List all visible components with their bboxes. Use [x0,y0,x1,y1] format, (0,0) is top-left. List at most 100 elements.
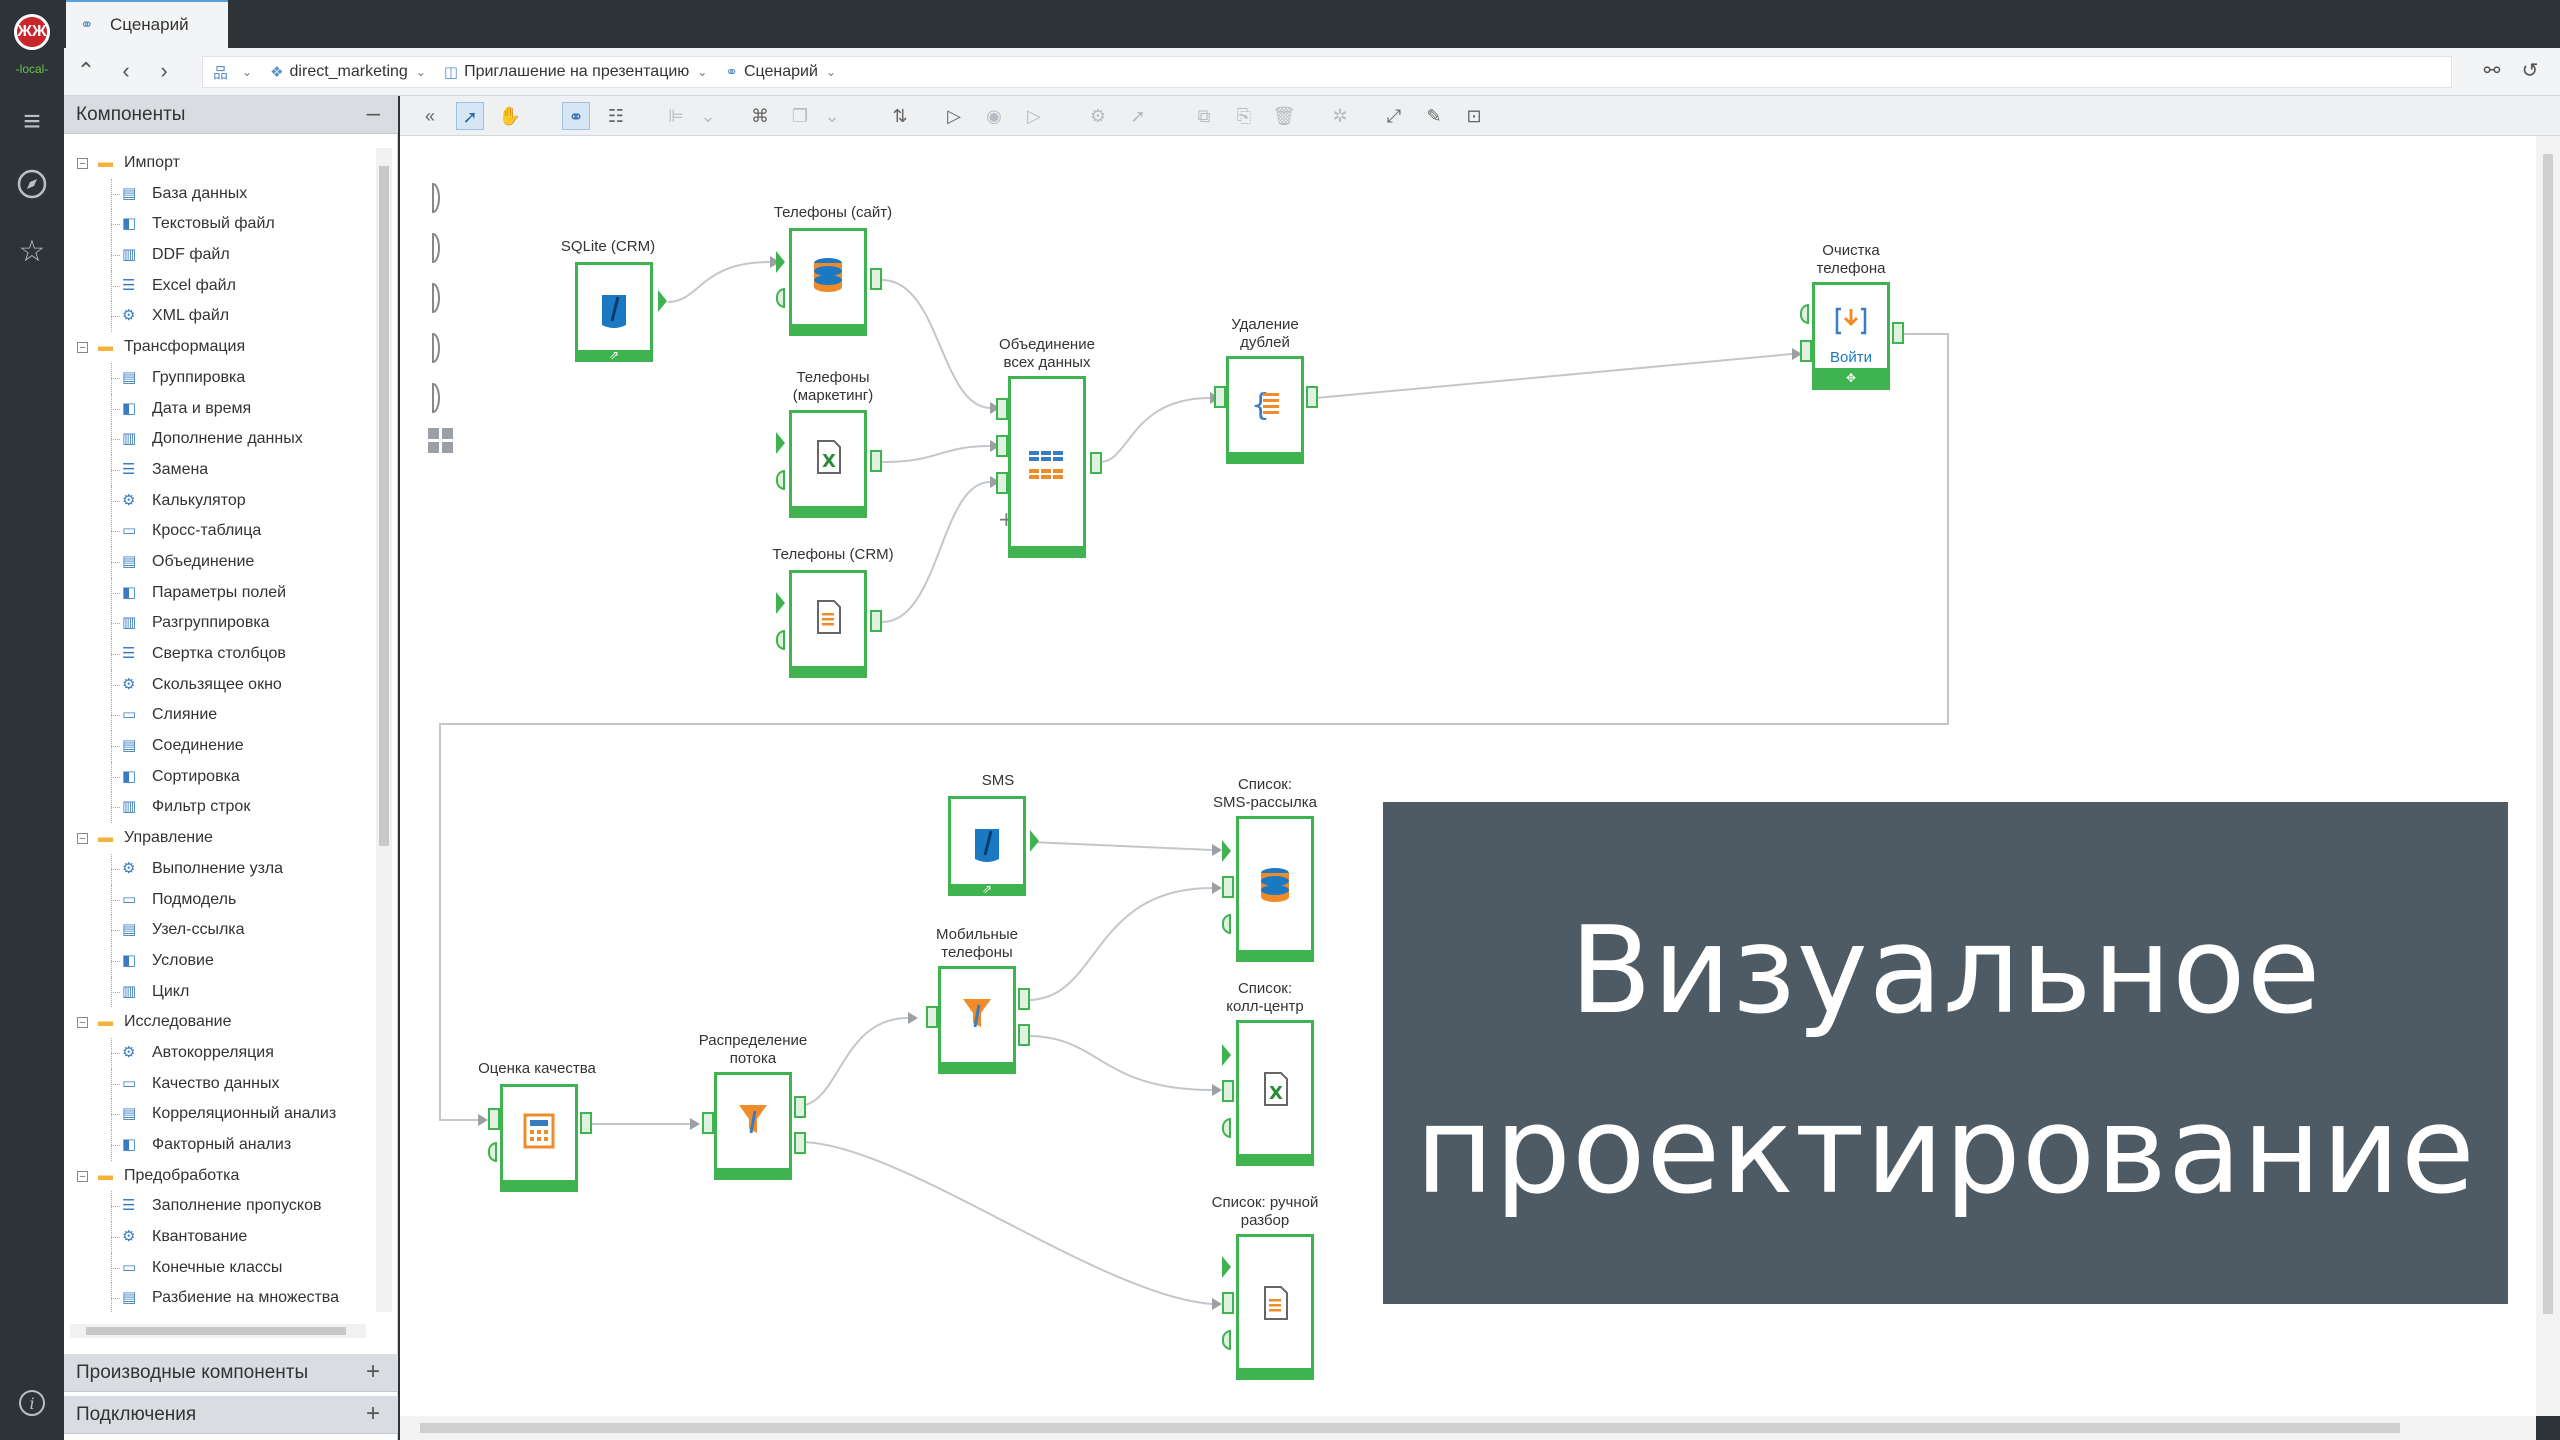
tree-item[interactable]: ☰ Свертка столбцов [64,639,374,670]
tree-scrollbar[interactable] [376,148,392,1312]
input-port[interactable] [488,1108,500,1130]
diagram-view-icon[interactable]: ⚭ [562,102,590,130]
tree-item[interactable]: ▥ Цикл [64,976,374,1008]
forward-icon[interactable]: › [150,58,178,86]
app-logo[interactable]: ЖЖ [14,14,50,50]
output-port[interactable] [870,268,882,290]
link-icon[interactable]: ⤢ [1380,102,1408,130]
tree-item[interactable]: ⚙ Квантование [64,1222,374,1253]
align-icon[interactable]: ⊫ [662,102,690,130]
output-port[interactable] [870,450,882,472]
connections-header[interactable]: Подключения + [64,1396,398,1434]
input-port[interactable] [488,1142,497,1162]
enter-link[interactable]: Войти [1815,349,1887,367]
input-port[interactable] [996,398,1008,420]
node-sms[interactable]: ⇗ [948,796,1026,896]
group-icon[interactable]: ❐ [786,102,814,130]
tree-category[interactable]: – ▬ Предобработка [64,1161,374,1192]
crumb-scenario[interactable]: ⚭ Сценарий ⌄ [725,63,836,81]
crumb-package[interactable]: ◫ Приглашение на презентацию ⌄ [444,63,707,81]
add-connection-button[interactable]: + [366,1400,380,1428]
node-tel-crm[interactable] [789,570,867,678]
tree-item[interactable]: ▥ Разгруппировка [64,608,374,639]
tree-item[interactable]: ◧ Параметры полей [64,577,374,609]
output-port[interactable] [658,290,667,312]
output-port[interactable] [1090,452,1102,474]
tree-category[interactable]: – ▬ Исследование [64,1007,374,1038]
node-list-callcenter[interactable]: X [1236,1020,1314,1166]
canvas-vscrollbar[interactable] [2536,136,2560,1416]
tree-category[interactable]: – ▬ Управление [64,823,374,854]
tree-item[interactable]: ▤ База данных [64,178,374,210]
auto-layout-icon[interactable]: ⌘ [746,102,774,130]
tree-item[interactable]: ▤ Корреляционный анализ [64,1099,374,1130]
tree-item[interactable]: ⚙ Автокорреляция [64,1037,374,1069]
tree-item[interactable]: ◧ Условие [64,945,374,977]
output-port[interactable] [1306,386,1318,408]
tree-item[interactable]: ◧ Дата и время [64,393,374,425]
input-port[interactable] [1222,1044,1231,1066]
input-port[interactable] [1800,340,1812,362]
hand-tool-icon[interactable]: ✋ [496,102,524,130]
tree-item[interactable]: ⚙ Скользящее окно [64,669,374,701]
tree-item[interactable]: ▭ Конечные классы [64,1252,374,1284]
settings-icon[interactable]: ⚙ [1084,102,1112,130]
pointer-tool-icon[interactable]: ➚ [456,102,484,130]
node-dedup[interactable]: { [1226,356,1304,464]
tree-item[interactable]: ▤ Объединение [64,546,374,578]
input-port[interactable] [776,432,785,454]
tree-item[interactable]: ☰ Замена [64,454,374,486]
add-derived-button[interactable]: + [366,1358,380,1386]
node-mobile-phones[interactable] [938,966,1016,1074]
input-port[interactable] [996,472,1008,494]
chevron-down-icon[interactable]: ⌄ [818,102,846,130]
paste-icon[interactable]: ⎘ [1230,102,1258,130]
input-port[interactable] [1222,914,1231,934]
menu-icon[interactable]: ≡ [12,102,52,142]
input-port[interactable] [776,592,785,614]
node-clean-phone[interactable]: Войти ✥ [1812,282,1890,390]
tree-item[interactable]: ◧ Текстовый файл [64,209,374,241]
output-port[interactable] [1018,1024,1030,1046]
output-port[interactable] [870,610,882,632]
components-header[interactable]: Компоненты – [64,96,398,134]
tree-item[interactable]: ▥ Фильтр строк [64,792,374,824]
node-tel-marketing[interactable]: X [789,410,867,518]
tree-item[interactable]: ☰ Excel файл [64,270,374,302]
input-port[interactable] [1222,840,1231,862]
refresh-icon[interactable]: ↺ [2516,58,2544,86]
scroll-thumb[interactable] [86,1327,346,1335]
tree-category[interactable]: – ▬ Трансформация [64,332,374,363]
input-port[interactable] [1222,1118,1231,1138]
scroll-thumb[interactable] [379,166,389,846]
tree-item[interactable]: ⚙ Выполнение узла [64,853,374,885]
tree-item[interactable]: ▥ Дополнение данных [64,424,374,455]
stop-icon[interactable]: ◉ [980,102,1008,130]
collapse-toggle-icon[interactable]: – [77,342,88,354]
input-port[interactable] [1800,304,1809,324]
tree-item[interactable]: ▭ Подмодель [64,884,374,916]
tree-category[interactable]: – ▬ Импорт [64,148,374,179]
cursor-icon[interactable]: ➚ [1124,102,1152,130]
node-distribution[interactable] [714,1072,792,1180]
collapse-toggle-icon[interactable]: – [77,1017,88,1029]
share-icon[interactable]: ⚯ [2478,58,2506,86]
run-icon[interactable]: ▷ [940,102,968,130]
node-tel-site[interactable] [789,228,867,336]
fit-icon[interactable]: ⊡ [1460,102,1488,130]
star-icon[interactable]: ☆ [12,232,52,272]
info-icon[interactable]: i [12,1388,52,1428]
tree-item[interactable]: ⚙ XML файл [64,301,374,333]
input-port[interactable] [776,470,785,490]
input-port[interactable] [996,435,1008,457]
tree-item[interactable]: ◧ Факторный анализ [64,1130,374,1161]
node-list-manual[interactable] [1236,1234,1314,1380]
output-port[interactable] [1018,988,1030,1010]
tree-item[interactable]: ☰ Заполнение пропусков [64,1191,374,1223]
tree-item[interactable]: ▤ Разбиение на множества [64,1283,374,1312]
output-port[interactable] [794,1096,806,1118]
tree-item[interactable]: ▤ Соединение [64,731,374,762]
input-port[interactable] [1222,1292,1234,1314]
collapse-toggle-icon[interactable]: – [77,833,88,845]
input-port[interactable] [702,1112,714,1134]
